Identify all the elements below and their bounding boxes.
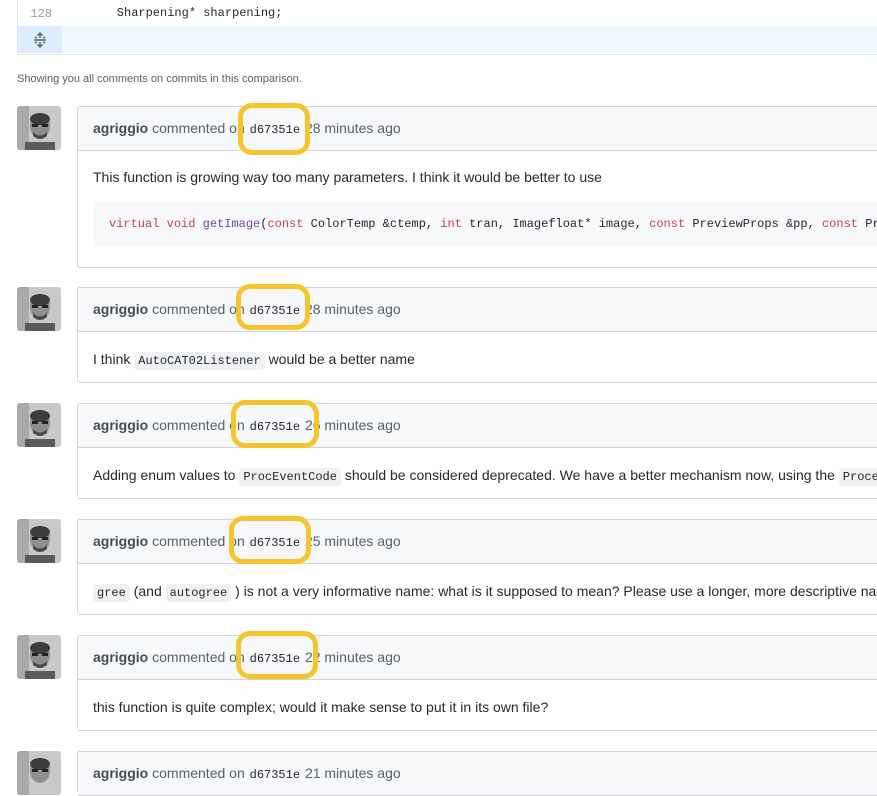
comment-action: commented on bbox=[152, 120, 245, 136]
expand-button[interactable] bbox=[18, 26, 62, 53]
highlight-ring bbox=[229, 516, 311, 564]
highlight-ring bbox=[231, 400, 319, 448]
code-token: void bbox=[166, 217, 196, 231]
avatar-image bbox=[17, 106, 61, 150]
avatar-image bbox=[17, 519, 61, 563]
code-token: PreviewProps &pp, bbox=[685, 217, 822, 231]
inline-code: AutoCAT02Listener bbox=[134, 352, 265, 370]
comment-action: commented on bbox=[152, 301, 245, 317]
comment-author[interactable]: agriggio bbox=[93, 649, 148, 665]
avatar-image bbox=[17, 287, 61, 331]
avatar[interactable] bbox=[17, 287, 61, 331]
avatar[interactable] bbox=[17, 635, 61, 679]
comment-header: agriggio commented on d67351e 25 minutes… bbox=[78, 520, 877, 564]
comment-body: I think AutoCAT02Listener would be a bet… bbox=[78, 332, 877, 370]
comment-box: agriggio commented on d67351e 25 minutes… bbox=[77, 519, 877, 615]
inline-code: autogree bbox=[165, 584, 232, 602]
code-token: tran, Imagefloat* image, bbox=[461, 217, 650, 231]
comment-header: agriggio commented on d67351e 22 minutes… bbox=[78, 636, 877, 680]
code-block: virtual void getImage(const ColorTemp &c… bbox=[93, 201, 877, 247]
comment-time[interactable]: 22 minutes ago bbox=[305, 649, 401, 665]
comment-body: This function is growing way too many pa… bbox=[78, 151, 877, 247]
code-token: Pro bbox=[865, 217, 877, 231]
comment-text: (and bbox=[133, 583, 162, 599]
comment-box: agriggio commented on d67351e 22 minutes… bbox=[77, 635, 877, 731]
comment-text: Adding enum values to bbox=[93, 467, 236, 483]
code-token: const bbox=[649, 217, 686, 231]
diff-line: 128 Sharpening* sharpening; bbox=[18, 0, 877, 26]
inline-code: Proce bbox=[838, 468, 877, 486]
code-token: getImage bbox=[202, 217, 261, 231]
comment-action: commented on bbox=[152, 649, 245, 665]
code-token: const bbox=[267, 217, 304, 231]
avatar[interactable] bbox=[17, 751, 61, 795]
comment-text: I think bbox=[93, 351, 131, 367]
unfold-icon bbox=[34, 31, 46, 48]
comment-time[interactable]: 21 minutes ago bbox=[305, 765, 401, 781]
comment-body: Adding enum values to ProcEventCode shou… bbox=[78, 448, 877, 486]
highlight-ring bbox=[236, 631, 318, 679]
comment-header: agriggio commented on d67351e 26 minutes… bbox=[78, 404, 877, 448]
comment-header: agriggio commented on d67351e 28 minutes… bbox=[78, 288, 877, 332]
comment-text: would be a better name bbox=[268, 351, 415, 367]
comment-time[interactable]: 28 minutes ago bbox=[305, 120, 401, 136]
commit-sha-link[interactable]: d67351e bbox=[249, 768, 301, 782]
line-number[interactable]: 128 bbox=[18, 0, 62, 26]
comment-text: This function is growing way too many pa… bbox=[93, 169, 602, 185]
comment-author[interactable]: agriggio bbox=[93, 301, 148, 317]
code-token: virtual bbox=[109, 217, 160, 231]
expand-row bbox=[18, 26, 877, 53]
avatar-image bbox=[17, 635, 61, 679]
inline-code: gree bbox=[93, 584, 130, 602]
avatar[interactable] bbox=[17, 403, 61, 447]
comment-text: this function is quite complex; would it… bbox=[93, 699, 549, 715]
comment-body: gree (and autogree ) is not a very infor… bbox=[78, 564, 877, 602]
avatar[interactable] bbox=[17, 106, 61, 150]
comment-box: agriggio commented on d67351e 28 minutes… bbox=[77, 287, 877, 383]
avatar[interactable] bbox=[17, 519, 61, 563]
highlight-ring bbox=[236, 284, 310, 330]
comment-action: commented on bbox=[152, 765, 245, 781]
comment-header: agriggio commented on d67351e 21 minutes… bbox=[78, 752, 877, 796]
highlight-ring bbox=[238, 103, 310, 155]
comment-author[interactable]: agriggio bbox=[93, 533, 148, 549]
avatar-image bbox=[17, 403, 61, 447]
comment-body: this function is quite complex; would it… bbox=[78, 680, 877, 715]
comment-header: agriggio commented on d67351e 28 minutes… bbox=[78, 107, 877, 151]
comment-box: agriggio commented on d67351e 26 minutes… bbox=[77, 403, 877, 499]
inline-code: ProcEventCode bbox=[239, 468, 341, 486]
comment-time[interactable]: 26 minutes ago bbox=[305, 417, 401, 433]
code-token: int bbox=[440, 217, 462, 231]
comment-author[interactable]: agriggio bbox=[93, 417, 148, 433]
code-token: ColorTemp &ctemp, bbox=[303, 217, 441, 231]
comment-text: ) is not a very informative name: what i… bbox=[235, 583, 877, 599]
comment-box: agriggio commented on d67351e 21 minutes… bbox=[77, 751, 877, 796]
comparison-summary: Showing you all comments on commits in t… bbox=[17, 73, 302, 85]
diff-fragment: 128 Sharpening* sharpening; bbox=[17, 0, 877, 55]
comment-text: should be considered deprecated. We have… bbox=[344, 467, 835, 483]
comment-time[interactable]: 25 minutes ago bbox=[305, 533, 401, 549]
code-token: const bbox=[821, 217, 858, 231]
diff-code-line: Sharpening* sharpening; bbox=[88, 6, 283, 20]
comment-author[interactable]: agriggio bbox=[93, 765, 148, 781]
comment-author[interactable]: agriggio bbox=[93, 120, 148, 136]
comment-time[interactable]: 28 minutes ago bbox=[305, 301, 401, 317]
avatar-image bbox=[17, 751, 61, 795]
comment-box: agriggio commented on d67351e 28 minutes… bbox=[77, 106, 877, 268]
